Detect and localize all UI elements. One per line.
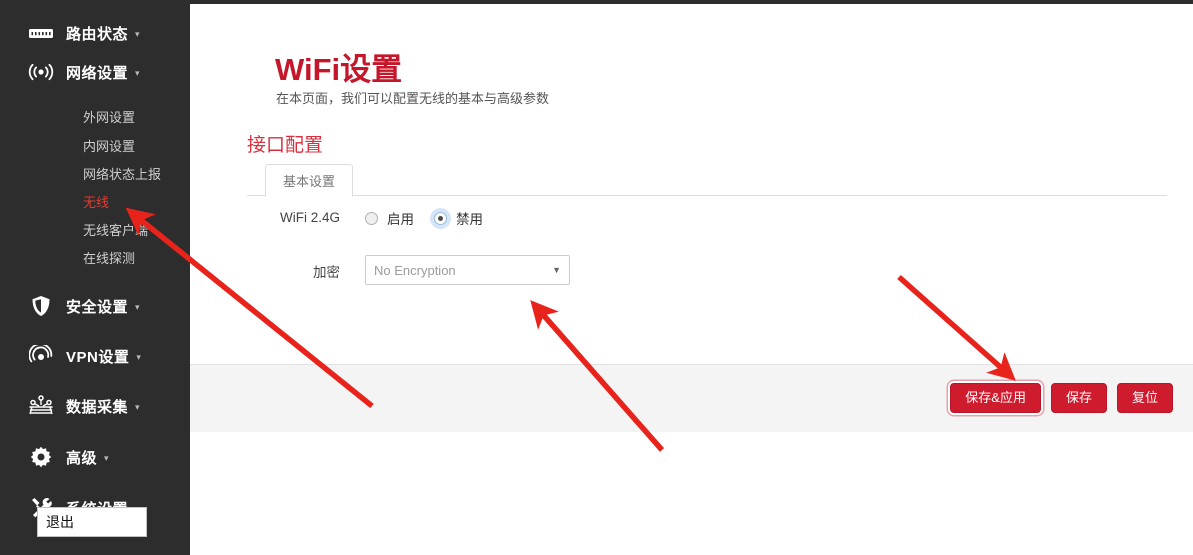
sidebar-group-router-status: 路由状态 ▾ [0,0,190,48]
sidebar-label-network-settings: 网络设置 [66,64,129,82]
gear-icon [26,445,56,469]
chevron-down-icon: ▼ [552,264,561,275]
chevron-down-icon: ▾ [135,401,140,412]
encryption-selected-value: No Encryption [374,262,456,278]
sidebar-item-wan-settings[interactable]: 外网设置 [0,102,190,131]
sidebar-group-data-collection: 数据采集 ▾ [0,381,190,431]
sidebar-item-vpn-settings[interactable]: VPN设置 ▾ [0,331,190,381]
sidebar-item-lan-settings[interactable]: 内网设置 [0,131,190,159]
label-encryption: 加密 [313,265,340,280]
form-row-encryption: 加密 No Encryption ▼ [190,246,1193,290]
chevron-down-icon: ▾ [135,67,140,78]
sidebar-group-security-settings: 安全设置 ▾ [0,281,190,331]
settings-form: WiFi 2.4G 启用 禁用 加密 No Encryption ▼ [190,204,1193,290]
form-footer-bar: 保存&应用 保存 复位 [190,364,1193,432]
form-row-wifi-24g: WiFi 2.4G 启用 禁用 [190,204,1193,246]
sidebar-group-network-settings: 网络设置 ▾ 外网设置 内网设置 网络状态上报 无线 无线客户端 在线探测 [0,48,190,271]
logout-wrapper: 退出 [37,507,147,537]
shield-icon [26,294,56,318]
label-wifi-24g: WiFi 2.4G [279,210,340,225]
radio-wifi-enable[interactable] [365,211,378,225]
sidebar-item-advanced[interactable]: 高级 ▾ [0,431,190,483]
radio-group-wifi-24g: 启用 禁用 [365,208,503,228]
sidebar-item-router-status[interactable]: 路由状态 ▾ [0,0,190,48]
reset-button[interactable]: 复位 [1116,383,1173,414]
sidebar-item-network-settings[interactable]: 网络设置 ▾ [0,48,190,96]
sidebar-item-network-status-report[interactable]: 网络状态上报 [0,159,190,187]
save-button[interactable]: 保存 [1050,383,1107,414]
vpn-radar-icon [26,344,56,368]
chevron-down-icon: ▾ [104,452,109,463]
sidebar-label-security-settings: 安全设置 [66,298,129,316]
sidebar-nav: 路由状态 ▾ 网络设置 ▾ 外网设置 内网设置 网络状态上报 无线 无线客户端 … [0,0,190,555]
logout-button[interactable]: 退出 [37,507,147,537]
tab-bar: 基本设置 [247,164,1167,197]
sidebar-submenu-network-settings: 外网设置 内网设置 网络状态上报 无线 无线客户端 在线探测 [0,102,190,271]
sidebar-group-vpn-settings: VPN设置 ▾ [0,331,190,381]
data-collect-icon [26,394,56,418]
encryption-select[interactable]: No Encryption ▼ [365,255,570,285]
chevron-down-icon: ▾ [135,301,140,312]
save-and-apply-button[interactable]: 保存&应用 [950,383,1041,414]
section-title: 接口配置 [247,135,324,156]
sidebar-label-data-collection: 数据采集 [66,398,129,416]
main-content: WiFi设置 在本页面，我们可以配置无线的基本与高级参数 接口配置 基本设置 W… [190,0,1193,555]
router-icon [26,21,56,45]
sidebar-item-wireless-clients[interactable]: 无线客户端 [0,215,190,243]
radio-label-wifi-enable[interactable]: 启用 [387,208,414,228]
chevron-down-icon: ▾ [135,28,140,39]
sidebar-item-data-collection[interactable]: 数据采集 ▾ [0,381,190,431]
chevron-down-icon: ▾ [136,351,141,362]
page-title: WiFi设置 [275,52,403,87]
router-admin-page: 路由状态 ▾ 网络设置 ▾ 外网设置 内网设置 网络状态上报 无线 无线客户端 … [0,0,1193,555]
top-strip [190,0,1193,4]
sidebar-item-online-detection[interactable]: 在线探测 [0,243,190,271]
radio-wifi-disable[interactable] [434,211,447,225]
wifi-signal-icon [26,60,56,84]
sidebar-group-advanced: 高级 ▾ [0,431,190,483]
sidebar-label-router-status: 路由状态 [66,25,129,43]
tab-basic-settings[interactable]: 基本设置 [265,164,354,197]
page-subtitle: 在本页面，我们可以配置无线的基本与高级参数 [276,91,550,106]
sidebar-label-advanced: 高级 [66,449,98,467]
sidebar-item-security-settings[interactable]: 安全设置 ▾ [0,281,190,331]
sidebar-item-wireless[interactable]: 无线 [0,187,190,215]
radio-label-wifi-disable[interactable]: 禁用 [456,208,483,228]
sidebar-label-vpn-settings: VPN设置 [66,348,130,366]
action-button-row: 保存&应用 保存 复位 [950,383,1173,414]
